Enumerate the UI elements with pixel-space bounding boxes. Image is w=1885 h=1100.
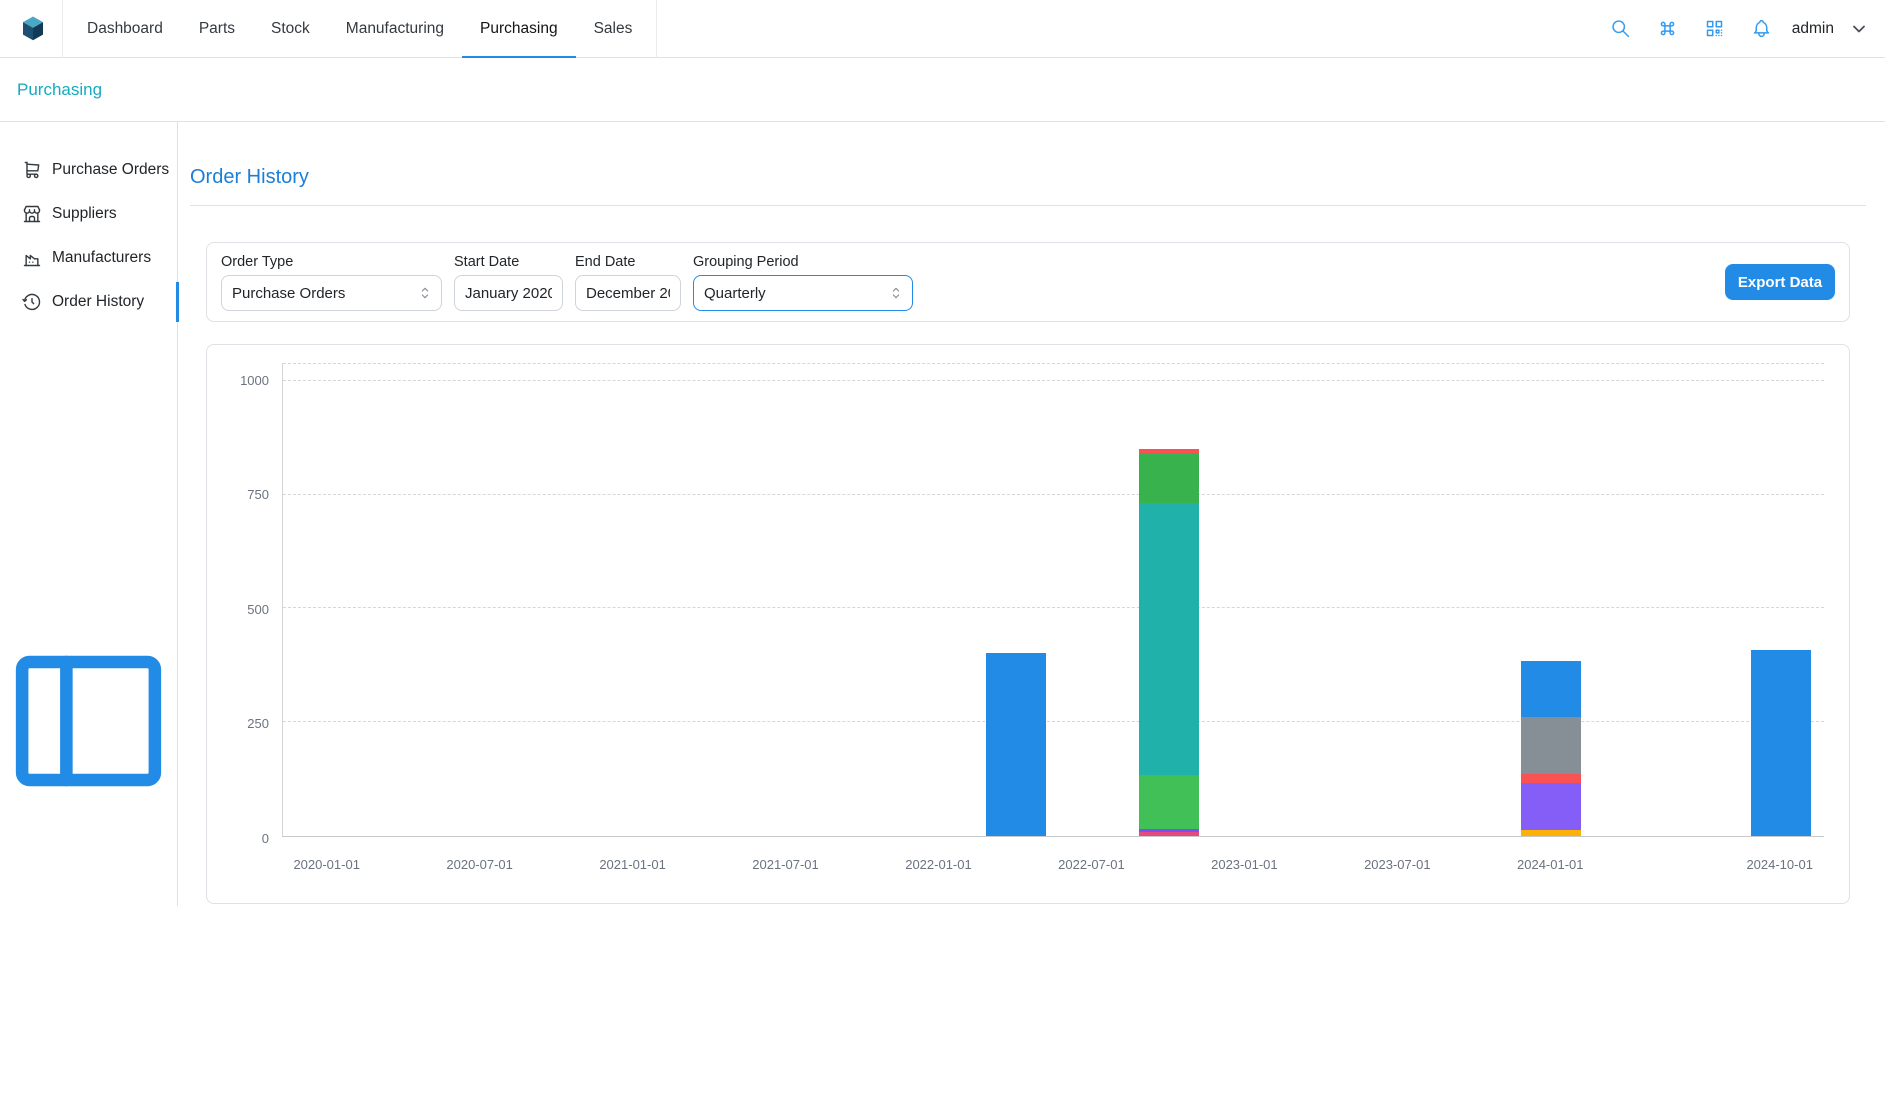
history-icon	[22, 292, 42, 312]
app-logo-icon	[18, 14, 48, 44]
chart-bar-segment[interactable]	[1751, 650, 1811, 836]
building-store-icon	[22, 204, 42, 224]
end-date-input[interactable]	[575, 275, 681, 311]
tab-parts[interactable]: Parts	[181, 0, 253, 58]
chart-bar-segment[interactable]	[1139, 453, 1199, 503]
grouping-period-select[interactable]: Quarterly	[693, 275, 913, 311]
chart-bar-2024-10-01[interactable]	[1751, 650, 1811, 836]
grouping-period-value: Quarterly	[704, 285, 766, 302]
main-panel: Order History Order Type Purchase Orders…	[178, 122, 1885, 906]
chart-bar-2022-04-01[interactable]	[986, 653, 1046, 836]
gridline-top	[283, 363, 1824, 364]
y-axis-label: 500	[207, 602, 269, 617]
filter-panel: Order Type Purchase Orders Start Date En…	[206, 242, 1850, 322]
sidebar-items: Purchase Orders Suppliers Manufacturers Ord…	[0, 148, 177, 324]
order-type-field: Order Type Purchase Orders	[221, 254, 442, 311]
tab-purchasing[interactable]: Purchasing	[462, 0, 576, 58]
tab-stock[interactable]: Stock	[253, 0, 328, 58]
selector-icon	[417, 285, 433, 301]
search-icon[interactable]	[1610, 18, 1631, 39]
gridline	[283, 607, 1824, 608]
chart-bar-segment[interactable]	[1139, 775, 1199, 829]
x-axis-label: 2024-01-01	[1517, 857, 1584, 872]
page-title: Order History	[190, 166, 1866, 189]
chart-bar-segment[interactable]	[1521, 661, 1581, 717]
y-axis-label: 0	[207, 831, 269, 846]
chart-bar-segment[interactable]	[1521, 717, 1581, 774]
start-date-input[interactable]	[454, 275, 563, 311]
y-axis-label: 750	[207, 487, 269, 502]
notifications-bell-icon[interactable]	[1751, 18, 1772, 39]
end-date-field: End Date	[575, 254, 681, 311]
sidebar: Purchase Orders Suppliers Manufacturers Ord…	[0, 122, 178, 906]
grouping-period-label: Grouping Period	[693, 254, 913, 270]
breadcrumb: Purchasing	[0, 58, 1885, 122]
chevron-down-icon[interactable]	[1849, 19, 1869, 39]
tab-dashboard[interactable]: Dashboard	[69, 0, 181, 58]
gridline	[283, 380, 1824, 381]
sidebar-item-label: Suppliers	[52, 205, 117, 223]
chart-bar-2022-10-01[interactable]	[1139, 449, 1199, 836]
chart-bar-segment[interactable]	[986, 653, 1046, 836]
chart-bar-segment[interactable]	[1521, 774, 1581, 783]
sidebar-item-order-history[interactable]: Order History	[0, 280, 177, 324]
sidebar-item-label: Purchase Orders	[52, 161, 169, 179]
top-navbar: DashboardPartsStockManufacturingPurchasi…	[0, 0, 1885, 58]
chart-bar-segment[interactable]	[1139, 832, 1199, 836]
sidebar-item-label: Order History	[52, 293, 144, 311]
order-history-chart: 0 250 500 750 1000 2020-01-01 2020-07-01 2021-0…	[206, 344, 1850, 904]
start-date-label: Start Date	[454, 254, 563, 270]
x-axis-label: 2022-01-01	[905, 857, 972, 872]
user-menu[interactable]: admin	[1792, 19, 1869, 39]
sidebar-item-manufacturers[interactable]: Manufacturers	[0, 236, 177, 280]
x-axis-label: 2024-10-01	[1746, 857, 1813, 872]
export-data-button[interactable]: Export Data	[1725, 264, 1835, 300]
building-factory-icon	[22, 248, 42, 268]
gridline	[283, 494, 1824, 495]
y-axis-label: 1000	[207, 373, 269, 388]
chart-bar-segment[interactable]	[1139, 503, 1199, 774]
y-axis-label: 250	[207, 716, 269, 731]
qrcode-scan-icon[interactable]	[1704, 18, 1725, 39]
chart-bar-segment[interactable]	[1521, 830, 1581, 836]
end-date-label: End Date	[575, 254, 681, 270]
grouping-period-field: Grouping Period Quarterly	[693, 254, 913, 311]
chart-bar-segment[interactable]	[1521, 783, 1581, 830]
topbar-actions	[1610, 18, 1772, 39]
sidebar-item-purchase-orders[interactable]: Purchase Orders	[0, 148, 177, 192]
x-axis-label: 2022-07-01	[1058, 857, 1125, 872]
x-axis-label: 2020-07-01	[446, 857, 513, 872]
sidebar-item-suppliers[interactable]: Suppliers	[0, 192, 177, 236]
x-axis-label: 2023-01-01	[1211, 857, 1278, 872]
order-type-label: Order Type	[221, 254, 442, 270]
content-area: Purchase Orders Suppliers Manufacturers Ord…	[0, 122, 1885, 906]
title-divider	[190, 205, 1866, 206]
shopping-cart-icon	[22, 160, 42, 180]
username-label: admin	[1792, 20, 1834, 38]
gridline	[283, 721, 1824, 722]
sidebar-item-label: Manufacturers	[52, 249, 151, 267]
start-date-field: Start Date	[454, 254, 563, 311]
layout-sidebar-icon[interactable]	[0, 342, 177, 1100]
breadcrumb-purchasing-link[interactable]: Purchasing	[17, 80, 102, 100]
tab-sales[interactable]: Sales	[576, 0, 651, 58]
chart-bar-2024-01-01[interactable]	[1521, 661, 1581, 836]
chart-plot	[282, 363, 1824, 837]
tab-manufacturing[interactable]: Manufacturing	[328, 0, 462, 58]
x-axis-label: 2020-01-01	[293, 857, 360, 872]
selector-icon	[888, 285, 904, 301]
order-type-value: Purchase Orders	[232, 285, 345, 302]
nav-tabs: DashboardPartsStockManufacturingPurchasi…	[62, 0, 657, 58]
x-axis-label: 2023-07-01	[1364, 857, 1431, 872]
command-icon[interactable]	[1657, 18, 1678, 39]
order-type-select[interactable]: Purchase Orders	[221, 275, 442, 311]
x-axis-label: 2021-01-01	[599, 857, 666, 872]
x-axis-label: 2021-07-01	[752, 857, 819, 872]
